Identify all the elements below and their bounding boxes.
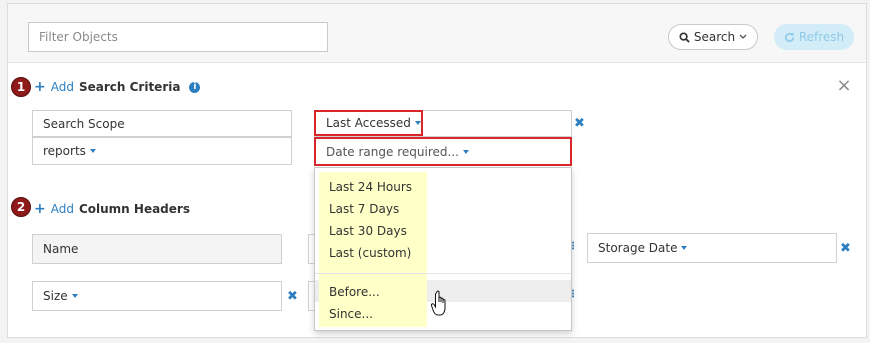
search-criteria-title: Search Criteria bbox=[78, 80, 181, 94]
close-icon[interactable]: × bbox=[836, 77, 852, 95]
column-storage-date[interactable]: Storage Date bbox=[587, 233, 837, 263]
last-accessed-select[interactable]: Last Accessed bbox=[314, 110, 423, 136]
column-size[interactable]: Size bbox=[32, 281, 282, 311]
chevron-down-icon bbox=[739, 34, 747, 39]
step-badge-2: 2 bbox=[11, 197, 31, 217]
menu-item-last-custom[interactable]: Last (custom) bbox=[329, 246, 411, 260]
menu-item-last-30-days[interactable]: Last 30 Days bbox=[329, 224, 407, 238]
column-headers-header: + Add Column Headers bbox=[34, 201, 190, 217]
refresh-button[interactable]: Refresh bbox=[774, 24, 854, 50]
menu-divider bbox=[315, 273, 571, 274]
column-name-label: Name bbox=[43, 242, 79, 256]
search-scope-select[interactable]: reports bbox=[32, 137, 292, 165]
search-button-label: Search bbox=[693, 30, 736, 44]
caret-down-icon bbox=[414, 121, 421, 125]
info-icon[interactable]: i bbox=[189, 81, 201, 93]
menu-item-since[interactable]: Since... bbox=[329, 307, 373, 321]
caret-down-icon bbox=[462, 149, 469, 154]
remove-criteria-icon[interactable]: ✖ bbox=[574, 116, 585, 131]
date-range-placeholder: Date range required... bbox=[326, 144, 459, 159]
search-scope-value: reports bbox=[43, 144, 86, 158]
plus-icon: + bbox=[34, 201, 46, 217]
search-scope-label: Search Scope bbox=[32, 110, 292, 137]
menu-item-before[interactable]: Before... bbox=[329, 285, 380, 299]
filter-objects-input[interactable] bbox=[28, 22, 328, 52]
add-search-criteria-link[interactable]: Add bbox=[51, 80, 74, 94]
refresh-button-label: Refresh bbox=[798, 30, 845, 44]
date-range-select[interactable]: Date range required... bbox=[314, 137, 572, 166]
plus-icon: + bbox=[34, 79, 46, 95]
last-accessed-label: Last Accessed bbox=[326, 116, 411, 130]
column-headers-title: Column Headers bbox=[78, 202, 190, 216]
column-name[interactable]: Name bbox=[32, 234, 282, 264]
menu-item-last-24-hours[interactable]: Last 24 Hours bbox=[329, 180, 412, 194]
caret-down-icon bbox=[71, 294, 78, 298]
remove-size-icon[interactable]: ✖ bbox=[287, 289, 298, 304]
caret-down-icon bbox=[681, 246, 688, 250]
step-badge-1: 1 bbox=[11, 77, 31, 97]
search-scope-text: Search Scope bbox=[43, 116, 125, 131]
search-button[interactable]: Search bbox=[668, 24, 758, 50]
refresh-icon bbox=[784, 32, 794, 42]
hand-cursor-icon bbox=[430, 290, 446, 316]
add-column-headers-link[interactable]: Add bbox=[51, 202, 74, 216]
search-icon bbox=[679, 31, 690, 43]
menu-item-last-7-days[interactable]: Last 7 Days bbox=[329, 202, 399, 216]
size-label: Size bbox=[43, 289, 68, 303]
remove-storage-date-icon[interactable]: ✖ bbox=[840, 241, 851, 256]
storage-date-label: Storage Date bbox=[598, 241, 678, 255]
caret-down-icon bbox=[89, 149, 96, 153]
search-criteria-header: + Add Search Criteria i bbox=[34, 79, 201, 95]
